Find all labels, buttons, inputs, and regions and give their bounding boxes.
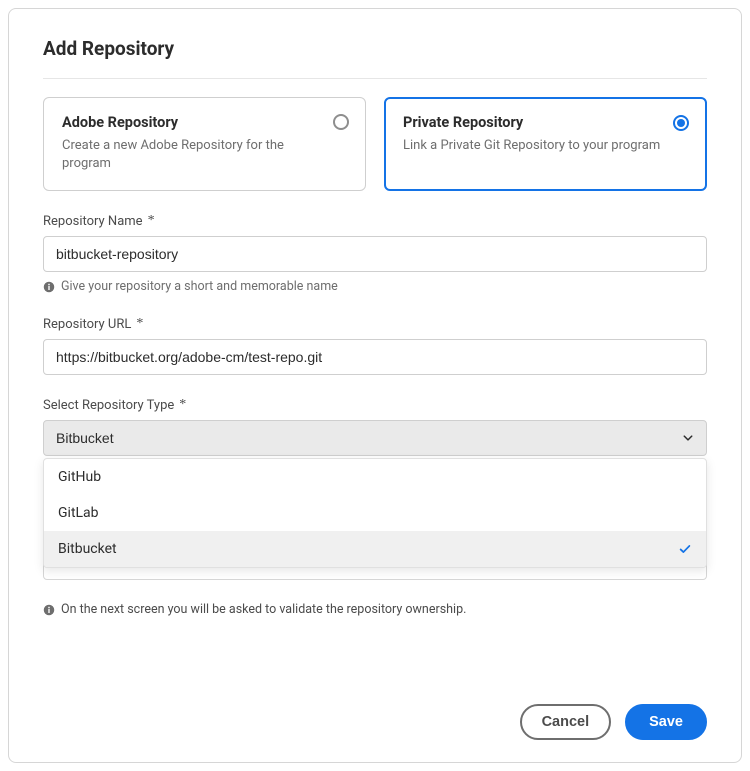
repository-name-field: Repository Name * Give your repository a…: [43, 213, 707, 316]
dropdown-option-github[interactable]: GitHub: [44, 459, 706, 495]
dropdown-option-gitlab[interactable]: GitLab: [44, 495, 706, 531]
add-repository-dialog: Add Repository Adobe Repository Create a…: [8, 8, 742, 763]
private-repository-card[interactable]: Private Repository Link a Private Git Re…: [384, 97, 707, 191]
label-text: Repository URL: [43, 317, 131, 332]
info-icon: [43, 281, 55, 293]
repository-url-input[interactable]: [43, 339, 707, 375]
footer-note-text: On the next screen you will be asked to …: [61, 602, 466, 617]
required-asterisk-icon: *: [179, 397, 186, 413]
info-icon: [43, 604, 55, 616]
repository-name-input[interactable]: [43, 236, 707, 272]
option-label: GitLab: [58, 505, 99, 521]
radio-checked-icon: [673, 115, 689, 131]
cancel-button[interactable]: Cancel: [520, 704, 612, 740]
footer-note: On the next screen you will be asked to …: [43, 602, 707, 617]
repository-type-dropdown: GitHub GitLab Bitbucket: [43, 458, 707, 568]
save-button[interactable]: Save: [625, 704, 707, 740]
field-label: Repository Name *: [43, 213, 707, 229]
repository-type-select: Bitbucket GitHub GitLab Bitbucket: [43, 420, 707, 456]
repository-kind-selector: Adobe Repository Create a new Adobe Repo…: [43, 97, 707, 191]
repository-url-field: Repository URL *: [43, 316, 707, 397]
card-title: Adobe Repository: [62, 114, 347, 131]
radio-unchecked-icon: [333, 114, 349, 130]
option-label: GitHub: [58, 469, 101, 485]
repository-type-field: Select Repository Type * Bitbucket GitHu…: [43, 397, 707, 472]
required-asterisk-icon: *: [136, 316, 143, 332]
card-description: Link a Private Git Repository to your pr…: [403, 137, 688, 155]
dialog-title: Add Repository: [43, 37, 707, 60]
label-text: Repository Name: [43, 214, 143, 229]
card-title: Private Repository: [403, 114, 688, 131]
checkmark-icon: [678, 542, 692, 556]
label-text: Select Repository Type: [43, 398, 174, 413]
card-description: Create a new Adobe Repository for the pr…: [62, 137, 347, 172]
adobe-repository-card[interactable]: Adobe Repository Create a new Adobe Repo…: [43, 97, 366, 191]
required-asterisk-icon: *: [148, 213, 155, 229]
divider: [43, 78, 707, 79]
selected-value: Bitbucket: [56, 430, 114, 446]
field-label: Select Repository Type *: [43, 397, 707, 413]
repository-type-select-button[interactable]: Bitbucket: [43, 420, 707, 456]
chevron-down-icon: [682, 432, 694, 444]
help-text: Give your repository a short and memorab…: [43, 279, 707, 294]
field-label: Repository URL *: [43, 316, 707, 332]
help-text-content: Give your repository a short and memorab…: [61, 279, 338, 294]
option-label: Bitbucket: [58, 541, 117, 557]
dropdown-option-bitbucket[interactable]: Bitbucket: [44, 531, 706, 567]
dialog-actions: Cancel Save: [43, 704, 707, 740]
